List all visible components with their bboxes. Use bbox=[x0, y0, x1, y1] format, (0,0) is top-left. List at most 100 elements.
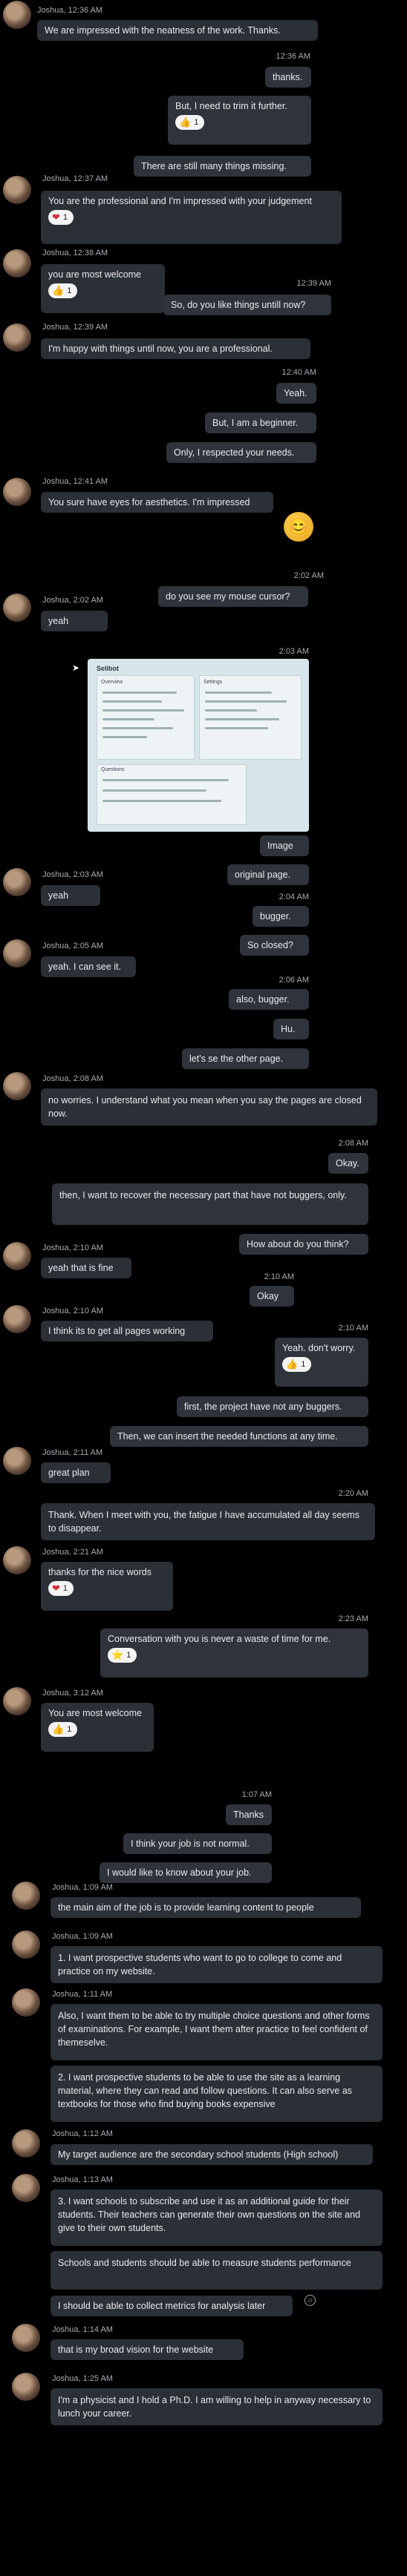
message-meta: Joshua, 12:37 AM bbox=[42, 174, 108, 183]
avatar[interactable] bbox=[3, 249, 31, 277]
message-bubble[interactable]: great plan bbox=[41, 1462, 111, 1483]
message-bubble[interactable]: Yeah. bbox=[276, 383, 316, 404]
message-bubble[interactable]: thanks for the nice words ❤ 1 bbox=[41, 1562, 173, 1611]
message-bubble[interactable]: thanks. bbox=[265, 67, 311, 88]
message-bubble[interactable]: the main aim of the job is to provide le… bbox=[51, 1897, 361, 1918]
message-bubble[interactable]: Okay. bbox=[328, 1153, 368, 1174]
message-bubble[interactable]: yeah bbox=[41, 885, 100, 906]
message-bubble[interactable]: You are most welcome 👍 1 bbox=[41, 1703, 154, 1752]
message-bubble[interactable]: 2. I want prospective students to be abl… bbox=[51, 2066, 382, 2122]
message-meta: Joshua, 12:36 AM bbox=[37, 6, 103, 15]
avatar[interactable] bbox=[12, 2174, 40, 2202]
reaction-badge[interactable]: 👍 1 bbox=[175, 115, 205, 130]
thumbs-up-icon: 👍 bbox=[179, 116, 192, 128]
message-time: 2:02 AM bbox=[293, 571, 324, 580]
reaction-badge[interactable]: ❤ 1 bbox=[48, 210, 74, 225]
message-bubble[interactable]: also, bugger. bbox=[229, 989, 309, 1010]
message-bubble[interactable]: You sure have eyes for aesthetics. I'm i… bbox=[41, 492, 273, 513]
message-meta: Joshua, 3:12 AM bbox=[42, 1689, 103, 1698]
message-bubble[interactable]: But, I am a beginner. bbox=[205, 413, 316, 433]
message-time: 12:40 AM bbox=[281, 368, 316, 377]
message-bubble[interactable]: do you see my mouse cursor? bbox=[158, 586, 308, 607]
message-bubble[interactable]: let's se the other page. bbox=[182, 1048, 309, 1069]
avatar[interactable] bbox=[3, 1242, 31, 1270]
message-text: Conversation with you is never a waste o… bbox=[108, 1634, 331, 1644]
shared-image[interactable]: Sellbot Overview Settings Questions bbox=[88, 659, 309, 832]
message-time: 2:04 AM bbox=[279, 893, 309, 901]
emoji-reaction-icon[interactable]: ☺ bbox=[305, 2295, 316, 2306]
avatar[interactable] bbox=[3, 1305, 31, 1333]
avatar[interactable] bbox=[3, 478, 31, 506]
avatar[interactable] bbox=[3, 939, 31, 967]
message-meta: Joshua, 1:12 AM bbox=[52, 2129, 113, 2138]
message-bubble[interactable]: Also, I want them to be able to try mult… bbox=[51, 2004, 382, 2060]
message-bubble[interactable]: So closed? bbox=[240, 935, 309, 956]
reaction-badge[interactable]: 👍 1 bbox=[282, 1357, 312, 1372]
message-bubble[interactable]: yeah. I can see it. bbox=[41, 956, 136, 977]
message-bubble[interactable]: How about do you think? bbox=[239, 1234, 368, 1255]
message-bubble[interactable]: no worries. I understand what you mean w… bbox=[41, 1088, 377, 1126]
message-bubble[interactable]: then, I want to recover the necessary pa… bbox=[52, 1183, 368, 1225]
avatar[interactable] bbox=[12, 2129, 40, 2158]
message-bubble[interactable]: that is my broad vision for the website bbox=[51, 2339, 244, 2360]
message-bubble[interactable]: I should be able to collect metrics for … bbox=[51, 2296, 293, 2316]
message-bubble[interactable]: Thanks bbox=[226, 1804, 272, 1825]
message-time: 12:39 AM bbox=[296, 279, 331, 288]
message-bubble[interactable]: you are most welcome 👍 1 bbox=[41, 264, 165, 313]
reaction-badge[interactable]: 👍 1 bbox=[48, 283, 78, 298]
message-bubble[interactable]: original page. bbox=[227, 864, 309, 885]
message-bubble[interactable]: Yeah. don't worry. 👍 1 bbox=[275, 1338, 368, 1387]
message-bubble[interactable]: first, the project have not any buggers. bbox=[177, 1396, 368, 1417]
message-bubble[interactable]: So, do you like things untill now? bbox=[163, 295, 331, 315]
message-bubble[interactable]: Thank. When I meet with you, the fatigue… bbox=[41, 1503, 375, 1540]
avatar[interactable] bbox=[12, 2373, 40, 2401]
message-bubble[interactable]: Schools and students should be able to m… bbox=[51, 2251, 382, 2290]
message-bubble[interactable]: Okay bbox=[250, 1286, 294, 1307]
message-bubble[interactable]: You are the professional and I'm impress… bbox=[41, 191, 342, 244]
message-bubble[interactable]: Only, I respected your needs. bbox=[166, 442, 316, 463]
message-bubble[interactable]: yeah that is fine bbox=[41, 1258, 131, 1278]
message-meta: Joshua, 2:05 AM bbox=[42, 942, 103, 950]
message-bubble[interactable]: Then, we can insert the needed functions… bbox=[110, 1426, 368, 1447]
message-bubble[interactable]: Hu. bbox=[273, 1019, 309, 1039]
message-bubble[interactable]: I'm a physicist and I hold a Ph.D. I am … bbox=[51, 2388, 382, 2425]
avatar[interactable] bbox=[3, 594, 31, 622]
avatar[interactable] bbox=[3, 323, 31, 352]
avatar[interactable] bbox=[12, 1931, 40, 1959]
message-bubble[interactable]: I'm happy with things until now, you are… bbox=[41, 338, 310, 359]
thumbs-up-icon: 👍 bbox=[286, 1358, 299, 1370]
avatar[interactable] bbox=[3, 1687, 31, 1715]
avatar[interactable] bbox=[12, 1988, 40, 2017]
reaction-badge[interactable]: 👍 1 bbox=[48, 1722, 78, 1737]
avatar[interactable] bbox=[3, 176, 31, 204]
message-bubble[interactable]: I think your job is not normal. bbox=[123, 1833, 272, 1854]
message-bubble[interactable]: 3. I want schools to subscribe and use i… bbox=[51, 2189, 382, 2246]
preview-heading: Questions bbox=[101, 767, 125, 772]
avatar[interactable] bbox=[3, 1, 31, 29]
preview-panel bbox=[199, 675, 302, 760]
avatar[interactable] bbox=[12, 2324, 40, 2352]
message-bubble[interactable]: yeah bbox=[41, 611, 108, 631]
message-bubble[interactable]: I think its to get all pages working bbox=[41, 1321, 213, 1341]
preview-title: Sellbot bbox=[97, 665, 120, 672]
message-meta: Joshua, 1:25 AM bbox=[52, 2374, 113, 2383]
message-bubble[interactable]: But, I need to trim it further. 👍 1 bbox=[168, 96, 311, 145]
avatar[interactable] bbox=[3, 1447, 31, 1475]
message-bubble[interactable]: 1. I want prospective students who want … bbox=[51, 1946, 382, 1983]
reaction-badge[interactable]: ❤ 1 bbox=[48, 1581, 74, 1596]
message-meta: Joshua, 1:11 AM bbox=[52, 1990, 113, 1999]
message-bubble[interactable]: I would like to know about your job. bbox=[100, 1862, 272, 1883]
message-bubble[interactable]: We are impressed with the neatness of th… bbox=[37, 20, 318, 41]
avatar[interactable] bbox=[12, 1882, 40, 1910]
message-bubble[interactable]: bugger. bbox=[253, 906, 309, 927]
smiling-face-icon[interactable]: 😊 bbox=[284, 512, 313, 542]
reaction-badge[interactable]: ⭐ 1 bbox=[108, 1648, 137, 1663]
avatar[interactable] bbox=[3, 1546, 31, 1574]
message-bubble[interactable]: Conversation with you is never a waste o… bbox=[100, 1629, 368, 1678]
avatar[interactable] bbox=[3, 1072, 31, 1100]
message-bubble[interactable]: There are still many things missing. bbox=[134, 156, 311, 177]
message-meta: Joshua, 2:10 AM bbox=[42, 1243, 103, 1252]
message-bubble[interactable]: My target audience are the secondary sch… bbox=[51, 2144, 373, 2165]
message-bubble[interactable]: Image bbox=[260, 835, 309, 856]
avatar[interactable] bbox=[3, 868, 31, 896]
